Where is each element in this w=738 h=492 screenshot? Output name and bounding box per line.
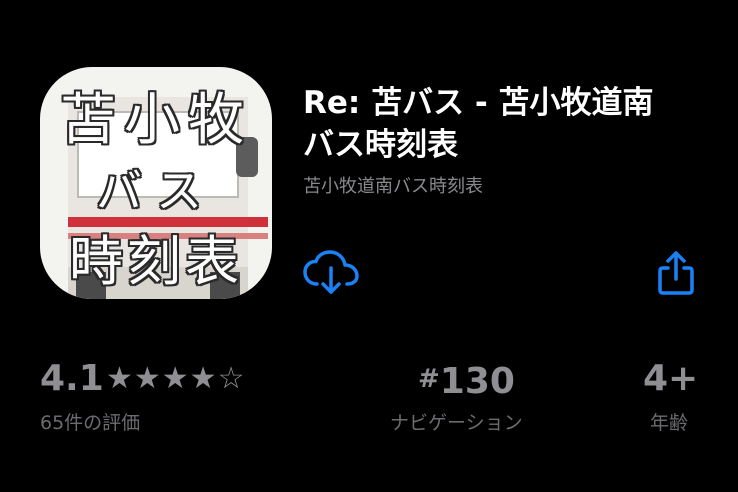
rating-count-label: 65件の評価 [40, 412, 141, 434]
age-rating-value: 4+ [643, 358, 699, 399]
app-title-line-2: バス時刻表 [303, 127, 458, 163]
share-button[interactable] [656, 250, 696, 296]
age-rating-label: 年齢 [650, 412, 689, 434]
app-title: Re: 苫バス - 苫小牧道南 バス時刻表 [303, 82, 723, 166]
chart-rank-value: #130 [418, 357, 515, 404]
download-button[interactable] [303, 250, 359, 296]
icon-text-line-1: 苫小牧 [60, 88, 252, 153]
icon-text-line-2: バス [96, 164, 216, 218]
rating-value: 4.1 [40, 358, 104, 399]
icloud-download-icon [303, 250, 359, 294]
icon-text-line-3: 時刻表 [69, 230, 243, 293]
app-subtitle: 苫小牧道南バス時刻表 [303, 176, 483, 197]
rating-stars: ★★★★☆ [106, 361, 246, 396]
app-title-line-1: Re: 苫バス - 苫小牧道南 [303, 85, 654, 121]
rank-number: 130 [439, 361, 515, 402]
rank-category-label: ナビゲーション [390, 412, 523, 434]
share-icon [658, 251, 694, 295]
rank-hash: # [418, 364, 440, 394]
app-icon: 苫小牧 バス 時刻表 [40, 67, 272, 299]
